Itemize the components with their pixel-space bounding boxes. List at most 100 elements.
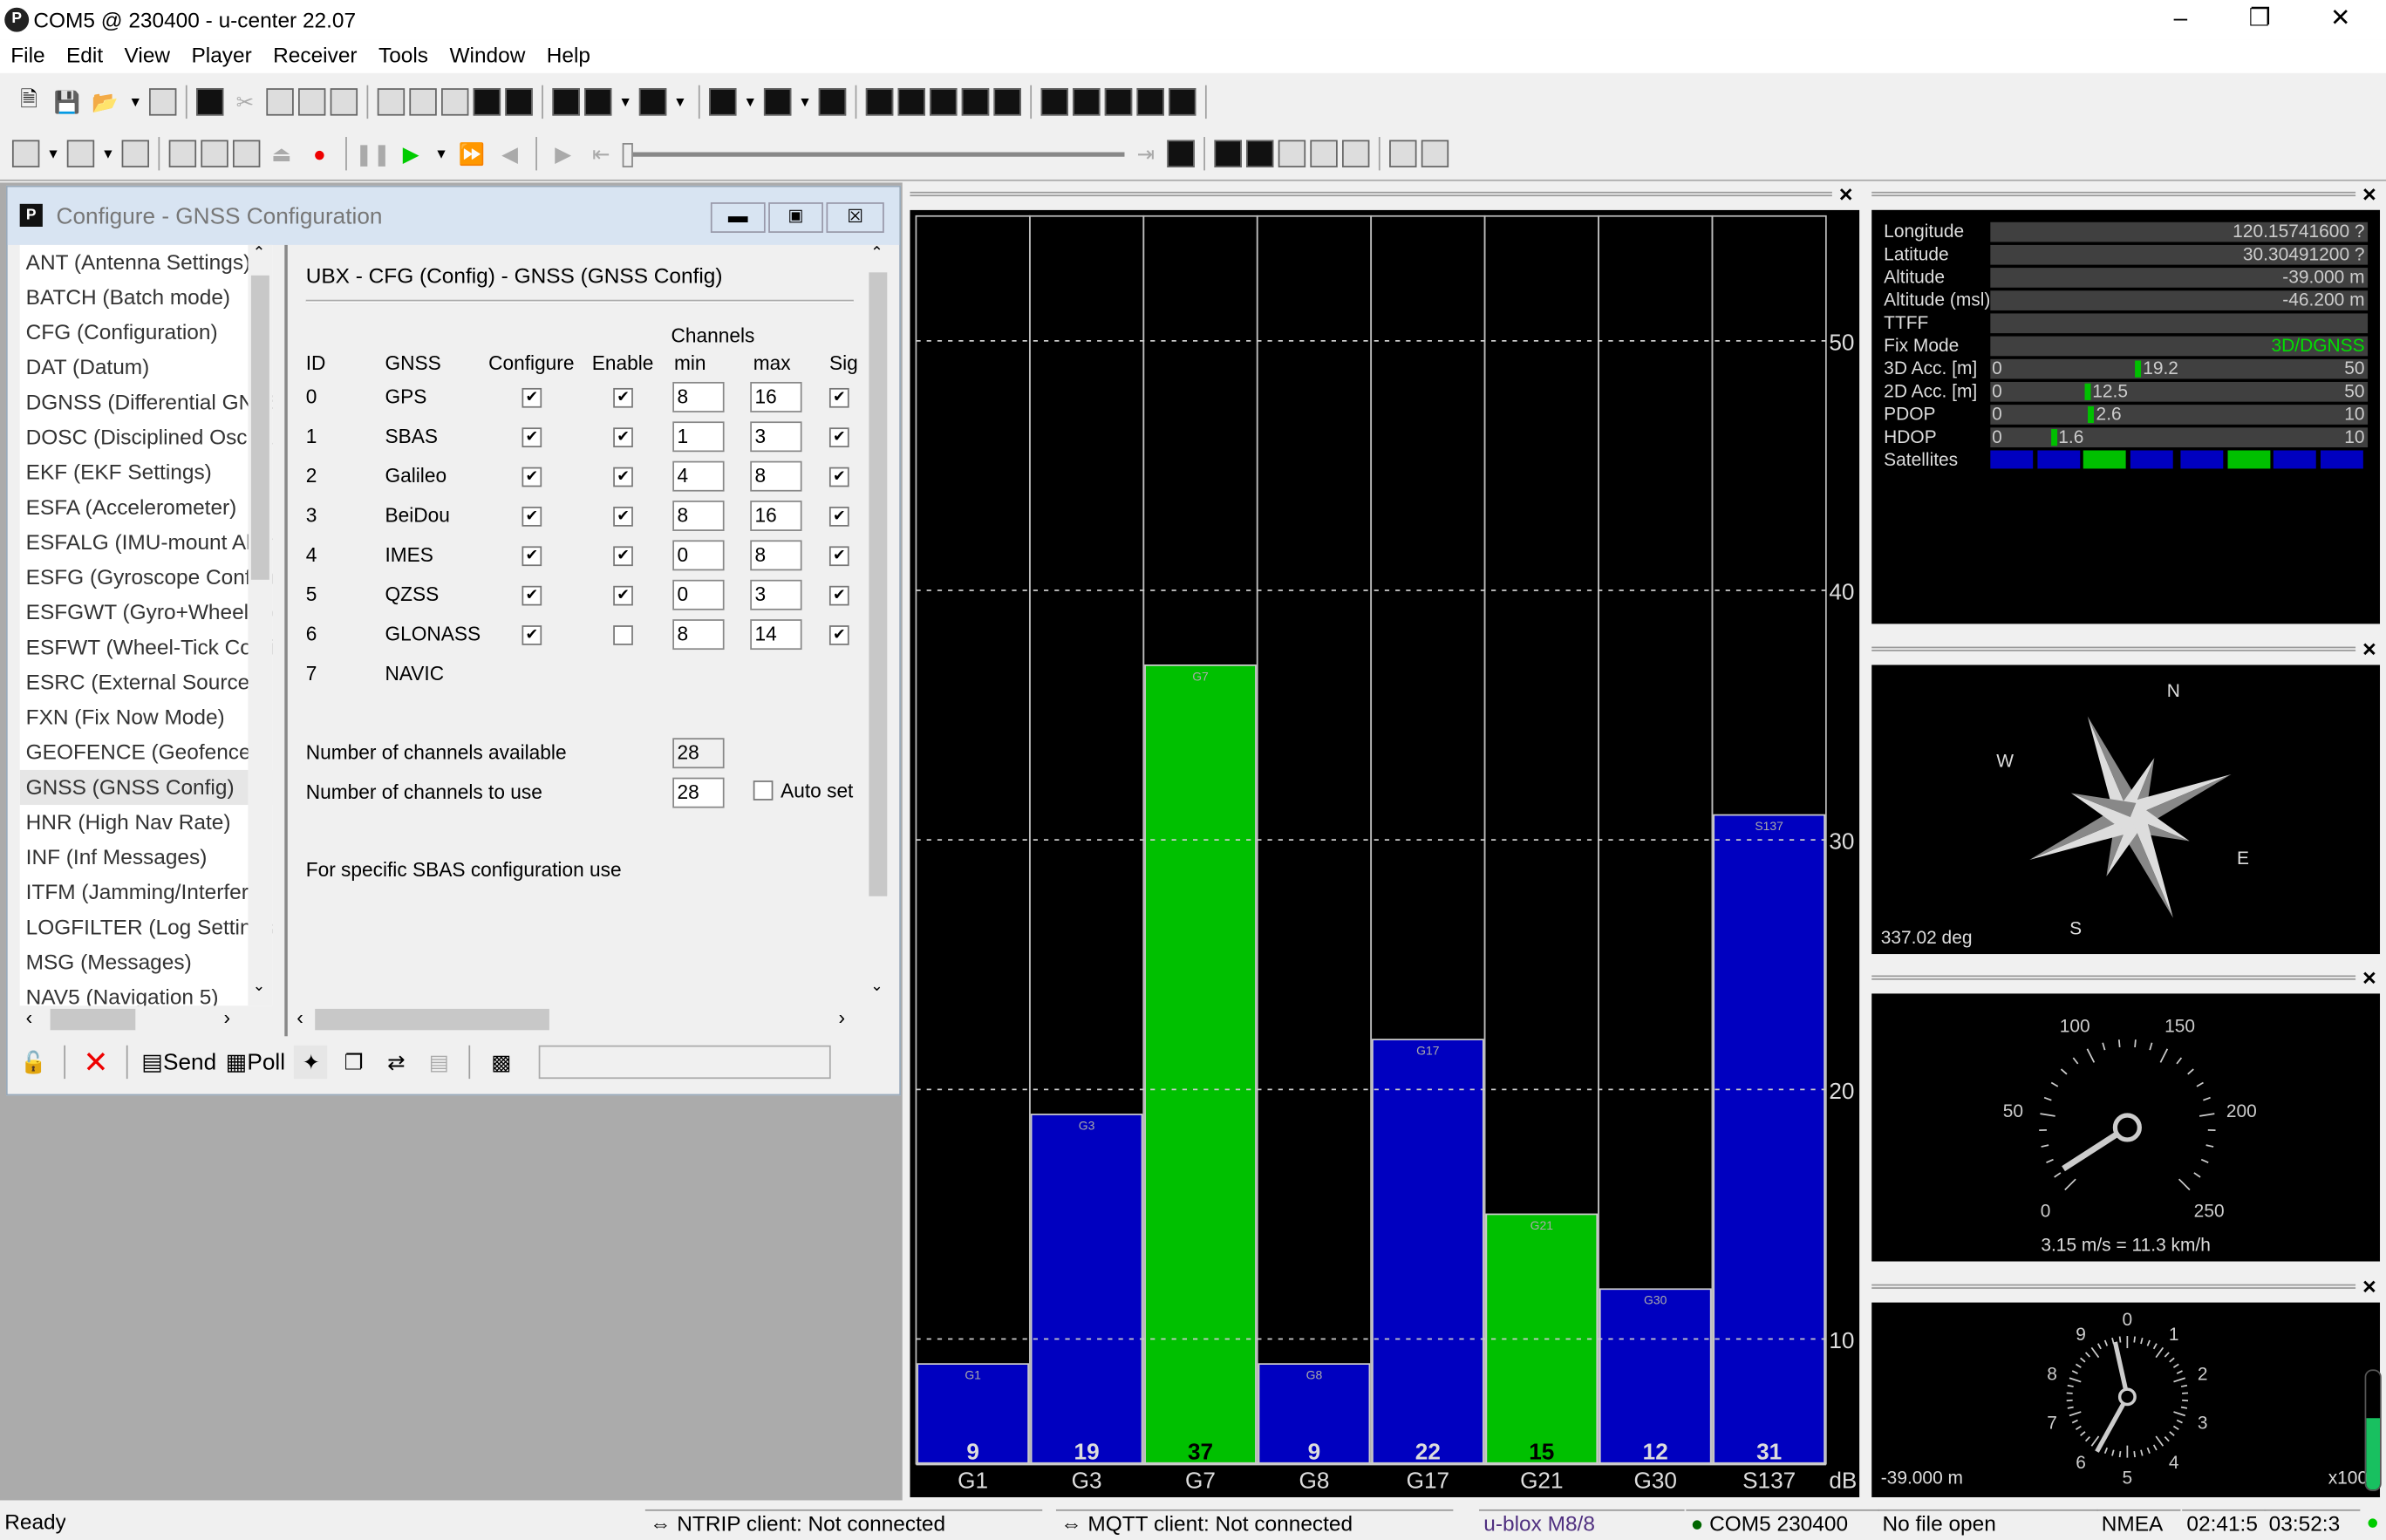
send-button[interactable]: ▤Send <box>141 1048 216 1075</box>
min-channels-input[interactable]: 0 <box>672 580 724 610</box>
save-config-icon[interactable] <box>1278 140 1305 167</box>
panel-hscrollbar[interactable]: ‹› <box>288 1005 866 1032</box>
message-list-item[interactable]: FXN (Fix Now Mode) <box>20 700 273 735</box>
menu-help[interactable]: Help <box>536 39 602 70</box>
dropdown-icon[interactable]: ▼ <box>99 137 117 170</box>
new-binary-console-icon[interactable] <box>409 88 436 115</box>
dropdown-icon[interactable]: ▼ <box>126 85 145 119</box>
menu-view[interactable]: View <box>113 39 181 70</box>
autobaud-wand-icon[interactable] <box>122 140 149 167</box>
docking-2-icon[interactable] <box>505 88 532 115</box>
data-view-icon[interactable] <box>930 88 957 115</box>
star-icon[interactable] <box>1169 88 1196 115</box>
enable-checkbox[interactable]: ✔ <box>613 467 633 487</box>
sig-checkbox[interactable]: ✔ <box>829 427 849 447</box>
auto-set-checkbox[interactable] <box>753 780 774 801</box>
step-back-icon[interactable]: ◀ <box>493 137 526 170</box>
menu-player[interactable]: Player <box>181 39 262 70</box>
min-channels-input[interactable]: 4 <box>672 461 724 492</box>
step-forward-icon[interactable]: ▶ <box>546 137 579 170</box>
fast-forward-icon[interactable]: ⏩ <box>455 137 488 170</box>
list-hscrollbar[interactable]: ‹› <box>20 1005 273 1032</box>
world-map-icon[interactable] <box>1073 88 1100 115</box>
message-list-item[interactable]: ESFWT (Wheel-Tick Config) <box>20 630 273 664</box>
message-list-item[interactable]: ESFALG (IMU-mount Alignment) <box>20 525 273 560</box>
play-icon[interactable]: ▶ <box>394 137 427 170</box>
message-list-item[interactable]: MSG (Messages) <box>20 945 273 980</box>
message-list-item[interactable]: DGNSS (Differential GNSS) <box>20 385 273 419</box>
message-list-item[interactable]: BATCH (Batch mode) <box>20 280 273 315</box>
histogram-icon[interactable] <box>764 88 791 115</box>
delete-db-icon[interactable] <box>331 88 358 115</box>
warm-start-icon[interactable] <box>1214 140 1241 167</box>
enable-checkbox[interactable]: ✔ <box>613 546 633 566</box>
max-channels-input[interactable]: 3 <box>750 421 801 452</box>
sig-checkbox[interactable]: ✔ <box>829 388 849 408</box>
min-channels-input[interactable]: 8 <box>672 619 724 650</box>
new-packet-console-icon[interactable] <box>441 88 468 115</box>
dropdown-icon[interactable]: ▼ <box>617 85 635 119</box>
sig-checkbox[interactable]: ✔ <box>829 507 849 527</box>
max-channels-input[interactable]: 3 <box>750 580 801 610</box>
dropdown-icon[interactable]: ▼ <box>796 85 815 119</box>
enable-checkbox[interactable]: ✔ <box>613 586 633 606</box>
sliders-icon[interactable] <box>233 140 260 167</box>
cold-start-icon[interactable] <box>1246 140 1273 167</box>
sig-checkbox[interactable]: ✔ <box>829 467 849 487</box>
max-channels-input[interactable]: 16 <box>750 382 801 412</box>
eject-icon[interactable]: ⏏ <box>265 137 298 170</box>
close-icon[interactable]: ✕ <box>2362 968 2377 989</box>
sky-view-icon[interactable] <box>866 88 893 115</box>
menu-edit[interactable]: Edit <box>56 39 114 70</box>
dialog-close-button[interactable]: ☒ <box>826 202 883 233</box>
max-channels-input[interactable]: 14 <box>750 619 801 650</box>
message-list-item[interactable]: DOSC (Disciplined Oscillator) <box>20 420 273 455</box>
copy-icon[interactable] <box>266 88 293 115</box>
configure-checkbox[interactable]: ✔ <box>522 388 542 408</box>
gear-file-icon[interactable] <box>1389 140 1416 167</box>
compass-icon[interactable] <box>897 88 924 115</box>
close-icon[interactable]: ✕ <box>2362 639 2377 660</box>
min-channels-input[interactable]: 8 <box>672 382 724 412</box>
record-icon[interactable]: ● <box>303 137 336 170</box>
configure-checkbox[interactable]: ✔ <box>522 467 542 487</box>
enable-checkbox[interactable]: ✔ <box>613 427 633 447</box>
import-icon[interactable]: ⇄ <box>379 1046 412 1079</box>
restore-button[interactable]: ❐ <box>2225 3 2294 36</box>
enable-checkbox[interactable]: ✔ <box>613 507 633 527</box>
close-icon[interactable]: ✕ <box>2362 184 2377 205</box>
dropdown-icon[interactable]: ▼ <box>741 85 760 119</box>
message-list-item[interactable]: ESFGWT (Gyro+Wheel Tick) <box>20 595 273 630</box>
max-channels-input[interactable]: 8 <box>750 461 801 492</box>
poll-button[interactable]: ▦Poll <box>226 1048 285 1075</box>
close-button[interactable]: ✕ <box>2306 3 2376 36</box>
save-icon[interactable]: 💾 <box>51 85 84 119</box>
message-list-item[interactable]: ESFG (Gyroscope Config) <box>20 560 273 595</box>
dropdown-icon[interactable]: ▼ <box>671 85 690 119</box>
message-list-item[interactable]: LOGFILTER (Log Settings) <box>20 910 273 944</box>
satellite-globe-icon[interactable] <box>1105 88 1132 115</box>
close-icon[interactable]: ✕ <box>2362 1277 2377 1298</box>
load-config-icon[interactable] <box>1310 140 1337 167</box>
revert-x-icon[interactable]: ✕ <box>79 1046 112 1079</box>
min-channels-input[interactable]: 8 <box>672 501 724 531</box>
configure-checkbox[interactable]: ✔ <box>522 586 542 606</box>
message-list-item[interactable]: NAV5 (Navigation 5) <box>20 980 273 1006</box>
panel-vscrollbar[interactable]: ⌃ ⌄ <box>866 245 890 1005</box>
menu-window[interactable]: Window <box>439 39 535 70</box>
clock-icon[interactable] <box>1136 88 1163 115</box>
hot-start-icon[interactable] <box>1167 140 1194 167</box>
open-icon[interactable]: 📂 <box>88 85 121 119</box>
enable-checkbox[interactable] <box>613 625 633 645</box>
lock-icon[interactable]: 🔓 <box>17 1046 50 1079</box>
sig-checkbox[interactable]: ✔ <box>829 625 849 645</box>
export-icon[interactable]: ▤ <box>422 1046 455 1079</box>
deviation-map-icon[interactable] <box>709 88 736 115</box>
table-view-icon[interactable] <box>584 88 611 115</box>
configure-checkbox[interactable]: ✔ <box>522 427 542 447</box>
min-channels-input[interactable]: 1 <box>672 421 724 452</box>
message-list-item[interactable]: ANT (Antenna Settings) <box>20 245 273 280</box>
text-list-icon[interactable] <box>1041 88 1068 115</box>
end-icon[interactable]: ⇥ <box>1129 137 1162 170</box>
message-list-item[interactable]: INF (Inf Messages) <box>20 840 273 875</box>
